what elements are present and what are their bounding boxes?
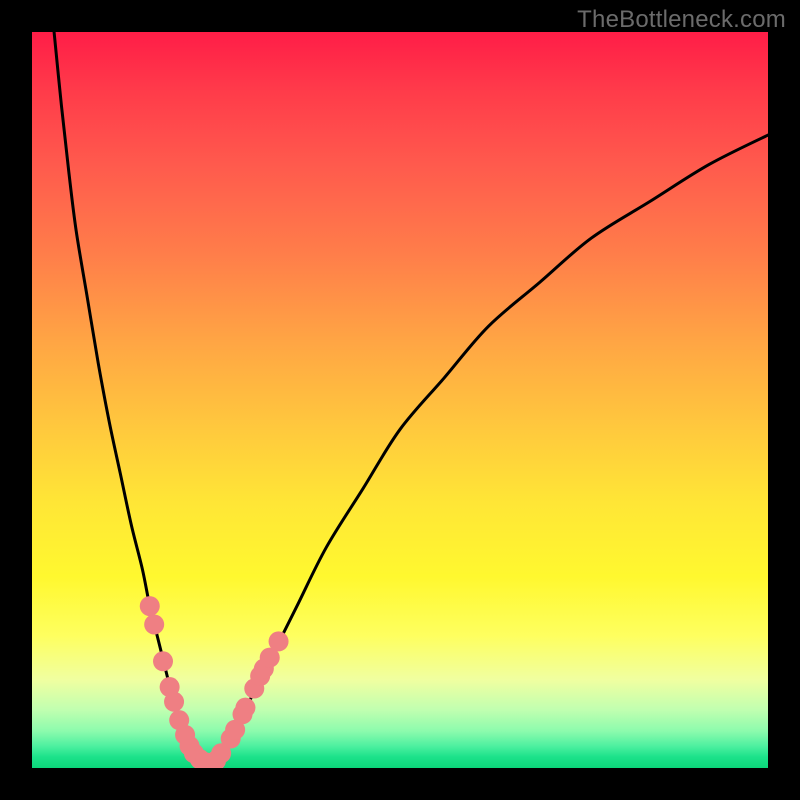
marker-point: [140, 596, 160, 616]
marker-point: [269, 631, 289, 651]
marker-point: [144, 614, 164, 634]
chart-svg: [32, 32, 768, 768]
marker-point: [164, 692, 184, 712]
marker-point: [235, 698, 255, 718]
watermark-text: TheBottleneck.com: [577, 6, 786, 34]
curve-left-curve: [54, 32, 201, 764]
curve-right-curve: [216, 135, 768, 764]
plot-area: [32, 32, 768, 768]
chart-frame: TheBottleneck.com: [0, 0, 800, 800]
marker-point: [153, 651, 173, 671]
